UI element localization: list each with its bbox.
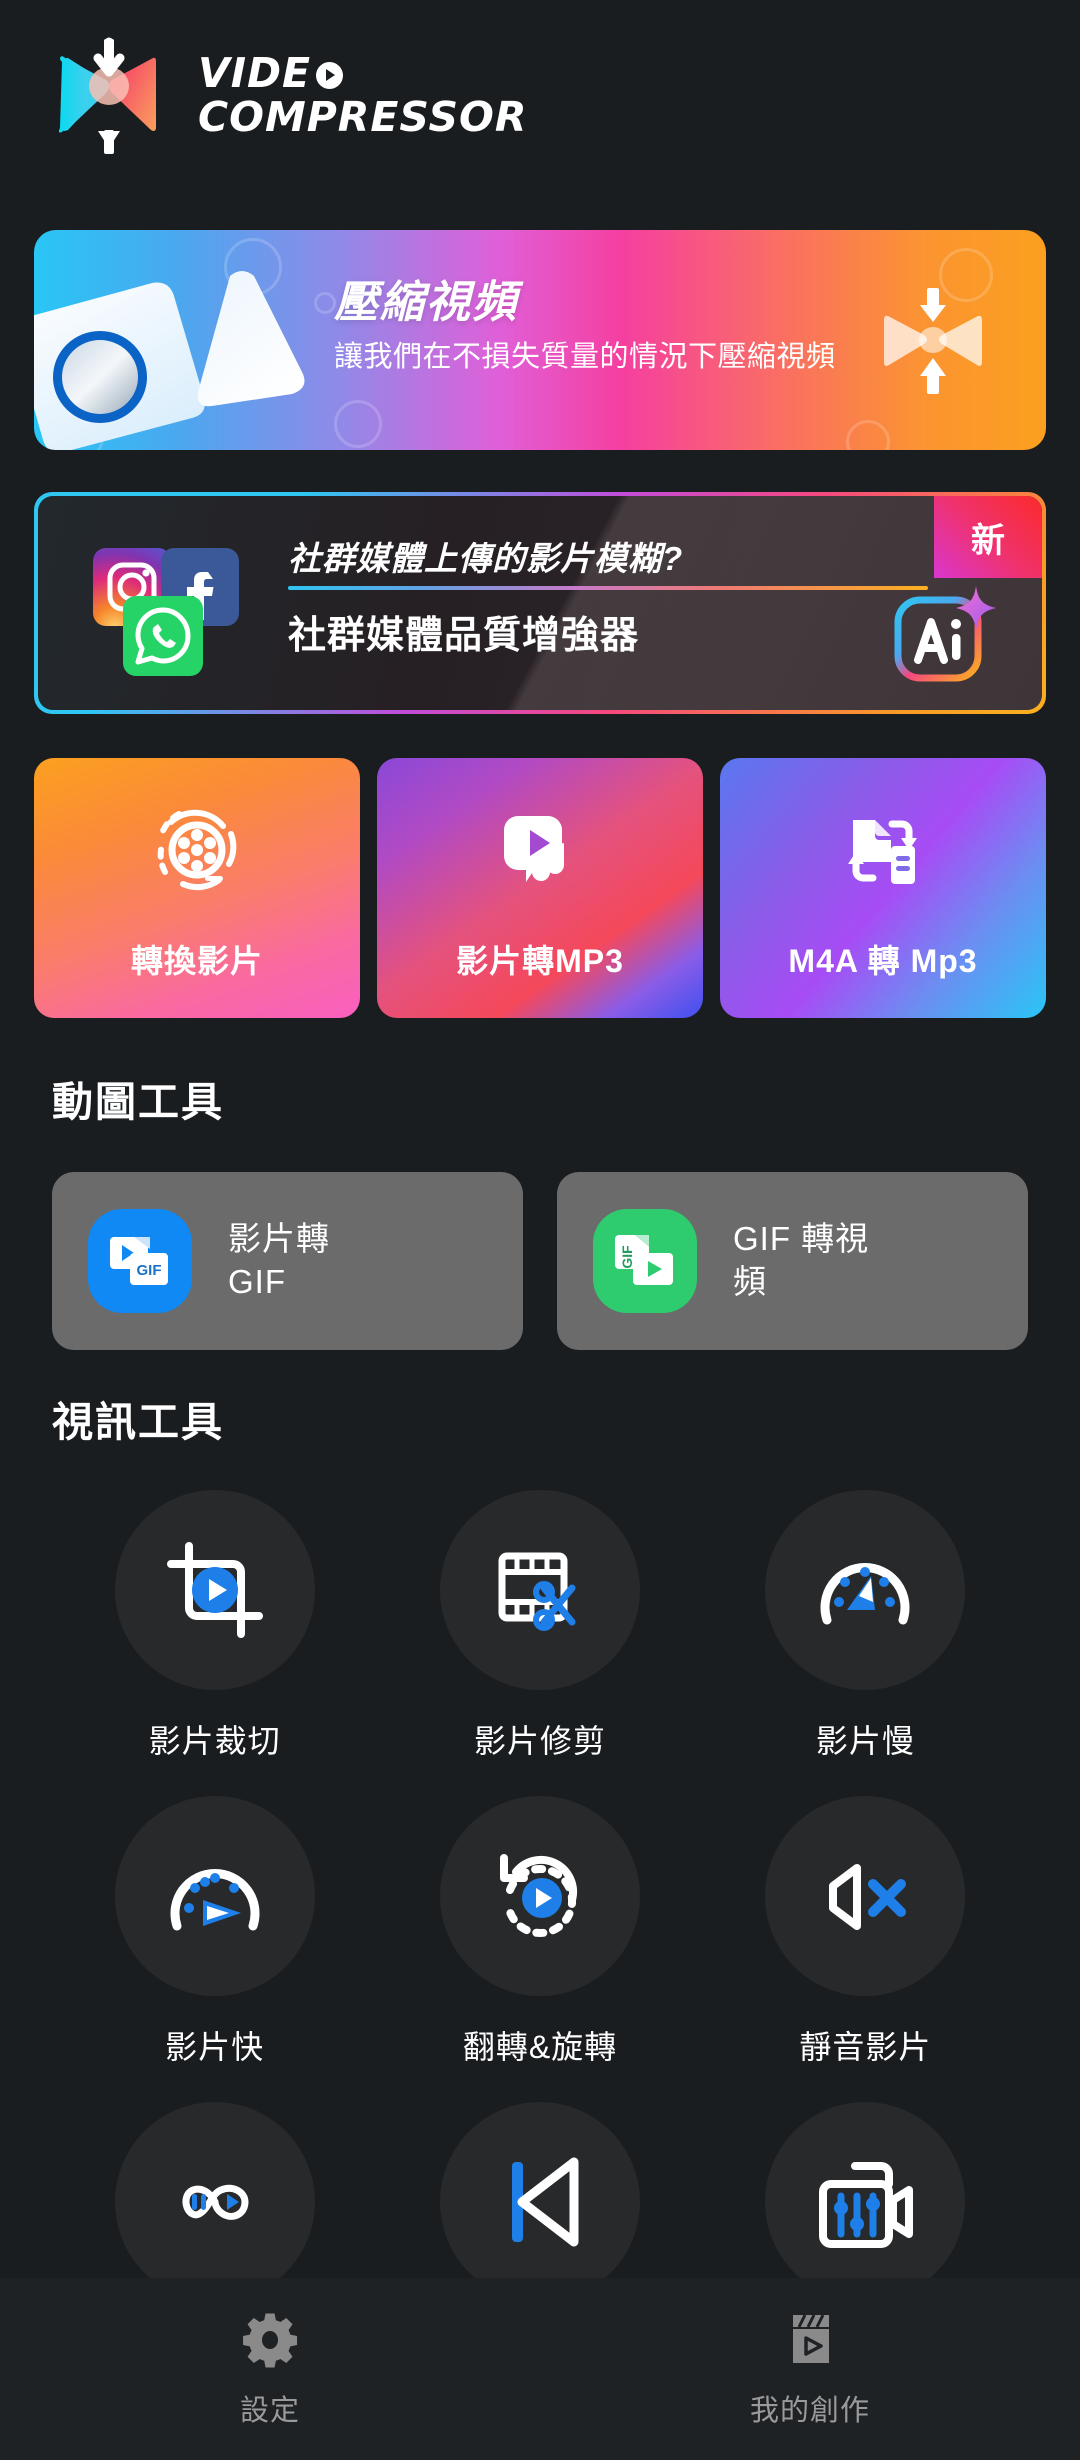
logo-line-2: COMPRESSOR [198, 93, 528, 141]
logo-line-1: VIDE [198, 48, 312, 97]
tool-trim-video[interactable]: 影片修剪 [377, 1490, 702, 1762]
nav-label: 設定 [239, 2395, 300, 2427]
tool-label: 影片快 [165, 2029, 265, 2065]
app-logo-text: VIDE COMPRESSOR [198, 48, 528, 141]
banner-subtitle: 讓我們在不損失質量的情況下壓縮視頻 [334, 341, 836, 373]
tool-label: 影片慢 [815, 1723, 915, 1759]
compress-video-banner[interactable]: 壓縮視頻 讓我們在不損失質量的情況下壓縮視頻 [34, 230, 1046, 450]
video-adjust-icon [819, 2162, 914, 2248]
video-tools-grid: 影片裁切 影片修剪 影片慢 影片快 翻轉&旋轉 靜音影片 [52, 1490, 1028, 2328]
ai-banner-divider [288, 586, 928, 590]
tool-label: 靜音影片 [799, 2029, 932, 2065]
convert-video-card[interactable]: 轉換影片 [34, 758, 360, 1018]
banner-illustration [34, 271, 305, 450]
app-header: VIDE COMPRESSOR [0, 0, 1080, 190]
card-label: M4A 轉 Mp3 [788, 943, 978, 979]
social-media-enhancer-banner[interactable]: 新 社群媒體上傳的影片模糊? 社群媒體品質增強器 [34, 492, 1046, 714]
tile-label: 影片轉 GIF [228, 1220, 330, 1300]
slow-speed-icon [820, 1563, 910, 1625]
ai-logo-icon [894, 586, 996, 682]
video-section-title: 視訊工具 [52, 1399, 224, 1445]
video-to-mp3-card[interactable]: 影片轉MP3 [377, 758, 703, 1018]
nav-item-settings[interactable]: 設定 [0, 2309, 540, 2429]
nav-label: 我的創作 [749, 2395, 870, 2427]
primary-tool-cards: 轉換影片 影片轉MP3 M4A 轉 Mp3 [34, 758, 1046, 1018]
ai-banner-question: 社群媒體上傳的影片模糊? [288, 540, 684, 577]
svg-text:GIF: GIF [619, 1245, 635, 1269]
card-label: 轉換影片 [130, 943, 263, 979]
gif-to-video-tile[interactable]: GIF GIF 轉視 頻 [557, 1172, 1028, 1350]
video-to-music-icon [504, 816, 564, 882]
video-to-gif-tile[interactable]: GIF 影片轉 GIF [52, 1172, 523, 1350]
new-badge: 新 [934, 496, 1042, 578]
banner-text: 壓縮視頻 讓我們在不損失質量的情況下壓縮視頻 [334, 266, 894, 376]
film-reel-icon [157, 809, 237, 891]
tool-fast-video[interactable]: 影片快 [52, 1796, 377, 2068]
tool-label: 影片裁切 [148, 1723, 281, 1759]
card-label: 影片轉MP3 [456, 943, 624, 979]
gif-to-video-icon: GIF [593, 1209, 697, 1313]
reverse-video-icon [511, 2157, 579, 2247]
tool-mute-video[interactable]: 靜音影片 [703, 1796, 1028, 2068]
nav-item-my-creations[interactable]: 我的創作 [540, 2309, 1080, 2429]
gif-tools-row: GIF 影片轉 GIF GIF GIF 轉視 頻 [52, 1172, 1028, 1350]
ai-banner-headline: 社群媒體品質增強器 [288, 615, 640, 657]
gif-section-title: 動圖工具 [52, 1079, 224, 1125]
tool-crop-video[interactable]: 影片裁切 [52, 1490, 377, 1762]
app-logo-icon [50, 36, 168, 154]
video-to-gif-icon: GIF [88, 1209, 192, 1313]
play-dot-icon [316, 62, 344, 90]
svg-text:GIF: GIF [137, 1262, 162, 1279]
gear-icon [243, 2313, 298, 2368]
m4a-to-mp3-card[interactable]: M4A 轉 Mp3 [720, 758, 1046, 1018]
compress-bowtie-icon [884, 288, 982, 394]
tool-label: 影片修剪 [473, 1723, 606, 1759]
bottom-navigation-bar: 設定 我的創作 [0, 2278, 1080, 2460]
tool-flip-rotate[interactable]: 翻轉&旋轉 [377, 1796, 702, 2068]
flip-rotate-icon [499, 1854, 577, 1937]
clapperboard-icon [793, 2314, 829, 2363]
tool-label: 翻轉&旋轉 [462, 2029, 618, 2065]
crop-video-icon [166, 1542, 263, 1638]
banner-title: 壓縮視頻 [334, 278, 518, 327]
trim-scissors-icon [498, 1552, 576, 1631]
tool-slow-video[interactable]: 影片慢 [703, 1490, 1028, 1762]
tile-label: GIF 轉視 頻 [733, 1220, 870, 1300]
loop-video-icon [182, 2184, 249, 2220]
whatsapp-icon [123, 596, 203, 676]
bubble-decor [846, 420, 890, 450]
fast-speed-icon [170, 1869, 260, 1931]
social-icons-group [93, 548, 253, 678]
file-swap-icon [848, 820, 917, 884]
mute-video-icon [829, 1864, 907, 1930]
